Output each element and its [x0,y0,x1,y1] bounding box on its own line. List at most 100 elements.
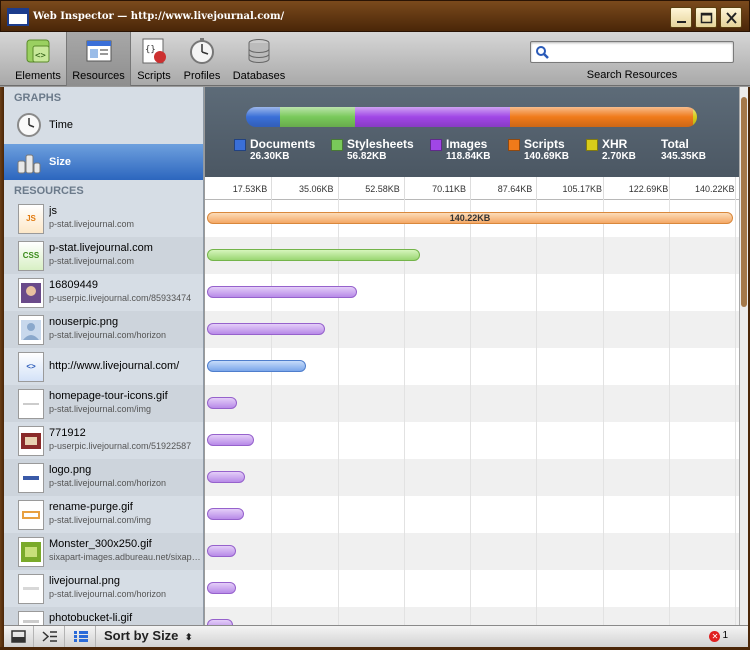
resource-name: homepage-tour-icons.gif [49,390,168,402]
bar-size-label: 140.22KB [449,213,491,223]
vertical-scrollbar[interactable] [739,87,748,625]
resource-name: rename-purge.gif [49,501,133,513]
svg-text:<>: <> [35,51,46,61]
resource-name: js [49,205,57,217]
resource-size-bar[interactable] [207,286,358,298]
resource-item[interactable]: logo.png p-stat.livejournal.com/horizon [4,459,203,496]
graph-row[interactable] [205,422,739,459]
graph-row[interactable] [205,533,739,570]
resource-item[interactable]: 771912 p-userpic.livejournal.com/5192258… [4,422,203,459]
toolbar-scripts-label: Scripts [137,70,171,82]
image-thumbnail-icon [18,611,44,625]
graph-row[interactable]: 140.22KB [205,200,739,237]
resource-size-bar[interactable] [207,471,245,483]
graphs-section-header: GRAPHS [14,92,62,104]
sidebar-item-size[interactable]: Size [4,144,203,180]
resource-item[interactable]: JS js p-stat.livejournal.com [4,200,203,237]
dock-button[interactable] [4,626,34,647]
toolbar-databases-button[interactable]: Databases [230,32,288,86]
graph-row[interactable] [205,459,739,496]
scrollbar-thumb[interactable] [741,97,747,307]
scripts-icon: {} [142,38,166,64]
ruler-gridline [536,177,538,200]
image-thumbnail-icon [18,389,44,419]
search-label: Search Resources [586,69,678,81]
resource-item[interactable]: rename-purge.gif p-stat.livejournal.com/… [4,496,203,533]
ruler-tick-label: 35.06KB [298,184,334,194]
graph-row[interactable] [205,496,739,533]
resource-item[interactable]: <> http://www.livejournal.com/ [4,348,203,385]
resource-item[interactable]: livejournal.png p-stat.livejournal.com/h… [4,570,203,607]
chevron-updown-icon: ⬍ [185,632,193,642]
search-field[interactable] [530,41,734,63]
graph-row[interactable] [205,607,739,625]
graph-row[interactable] [205,274,739,311]
graph-row[interactable] [205,237,739,274]
resource-size-bar[interactable] [207,545,236,557]
search-input[interactable] [553,44,729,60]
resource-size-bar[interactable] [207,397,237,409]
sort-by-label: Sort by Size [104,628,179,643]
toolbar-resources-button[interactable]: Resources [66,32,131,86]
resource-size-bar[interactable] [207,508,244,520]
graph-row[interactable] [205,570,739,607]
resource-size-bar[interactable] [207,323,326,335]
summary-segment-stylesheets [280,107,355,127]
status-bar: Sort by Size ⬍ ✕ 1 [4,625,748,647]
resource-item[interactable]: Monster_300x250.gif sixapart-images.adbu… [4,533,203,570]
resource-name: Monster_300x250.gif [49,538,152,550]
resource-name: photobucket-li.gif [49,612,133,624]
resource-item[interactable]: photobucket-li.gif [4,607,203,625]
resource-domain: p-stat.livejournal.com/img [49,515,152,525]
image-thumbnail-icon [18,500,44,530]
ruler-tick-label: 87.64KB [497,184,533,194]
legend-label: Documents [250,137,316,151]
resource-size-bar[interactable] [207,582,236,594]
resource-item[interactable]: 16809449 p-userpic.livejournal.com/85933… [4,274,203,311]
error-count[interactable]: ✕ 1 [709,630,728,642]
resource-item[interactable]: nouserpic.png p-stat.livejournal.com/hor… [4,311,203,348]
resources-icon [86,40,111,62]
ruler-tick-label: 122.69KB [628,184,669,194]
graph-gridline [536,200,538,625]
resource-size-bar[interactable] [207,249,421,261]
graph-row[interactable] [205,348,739,385]
image-thumbnail-icon [18,574,44,604]
dock-icon [11,630,26,643]
toggle-sidebar-button[interactable] [66,626,96,647]
resource-item[interactable]: homepage-tour-icons.gif p-stat.livejourn… [4,385,203,422]
legend-label: Scripts [524,137,565,151]
ruler-gridline [735,177,736,200]
graph-gridline [470,200,471,625]
toolbar-elements-label: Elements [15,70,61,82]
maximize-icon [700,12,713,24]
graph-row[interactable] [205,385,739,422]
resource-size-bar[interactable] [207,619,234,625]
console-button[interactable] [35,626,65,647]
graph-row[interactable] [205,311,739,348]
elements-icon: <> [26,39,50,63]
minimize-button[interactable] [670,7,692,28]
app-icon [7,8,29,26]
resource-name: nouserpic.png [49,316,119,328]
resource-size-bar[interactable] [207,434,254,446]
close-button[interactable] [720,7,742,28]
maximize-button[interactable] [695,7,717,28]
resource-domain: sixapart-images.adbureau.net/sixapart [49,552,201,562]
resource-item[interactable]: CSS p-stat.livejournal.com p-stat.livejo… [4,237,203,274]
legend-total-label: Total [661,137,689,151]
toolbar-scripts-button[interactable]: {} Scripts [133,32,175,86]
resource-size-bar[interactable]: 140.22KB [207,212,733,224]
toolbar-profiles-button[interactable]: Profiles [180,32,224,86]
legend-value: 56.82KB [347,151,387,162]
resource-size-bar[interactable] [207,360,306,372]
resource-domain: p-userpic.livejournal.com/51922587 [49,441,192,451]
error-count-value: 1 [722,630,728,641]
resource-name: http://www.livejournal.com/ [49,360,180,372]
sidebar-item-time[interactable]: Time [4,107,203,143]
size-ruler: 17.53KB 35.06KB 52.58KB 70.11KB 87.64KB 105.1… [205,177,739,200]
toolbar-elements-button[interactable]: <> Elements [10,32,66,86]
sort-by-select[interactable]: Sort by Size ⬍ [104,628,193,643]
legend-value: 140.69KB [524,151,570,162]
summary-segment-scripts [509,107,694,127]
